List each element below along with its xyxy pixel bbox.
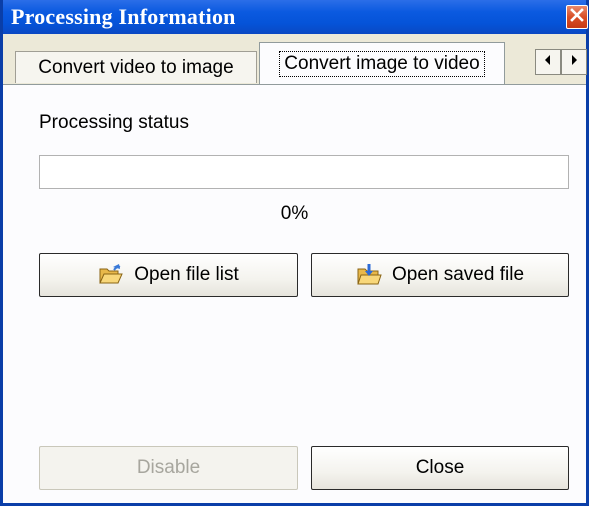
button-label: Open file list — [134, 264, 239, 285]
progress-percent-text: 0% — [280, 203, 309, 224]
button-label: Disable — [136, 457, 201, 478]
tab-label: Convert image to video — [279, 50, 485, 77]
processing-status-label: Processing status — [39, 112, 189, 133]
folder-open-icon — [98, 263, 124, 287]
tab-convert-image-to-video[interactable]: Convert image to video — [259, 42, 505, 84]
processing-information-dialog: Processing Information Convert video to … — [0, 0, 589, 506]
window-title: Processing Information — [11, 4, 236, 29]
tab-scroll-right-button[interactable] — [561, 49, 587, 75]
tab-scroll-left-button[interactable] — [535, 49, 561, 75]
title-bar[interactable]: Processing Information — [3, 0, 588, 34]
open-saved-file-button[interactable]: Open saved file — [311, 253, 569, 297]
folder-download-icon — [356, 263, 382, 287]
progress-bar — [39, 155, 569, 189]
close-icon — [570, 7, 584, 27]
arrow-right-icon — [569, 53, 579, 71]
tab-convert-video-to-image[interactable]: Convert video to image — [15, 51, 257, 83]
arrow-left-icon — [543, 53, 553, 71]
window-close-button[interactable] — [566, 5, 588, 29]
tab-strip: Convert video to image Convert image to … — [3, 34, 587, 86]
button-label: Close — [415, 457, 465, 478]
disable-button[interactable]: Disable — [39, 446, 298, 490]
tab-label: Convert video to image — [38, 56, 234, 78]
close-button[interactable]: Close — [311, 446, 569, 490]
button-label: Open saved file — [391, 264, 525, 285]
open-file-list-button[interactable]: Open file list — [39, 253, 298, 297]
tab-panel: Processing status 0% Open file list Open… — [3, 84, 586, 503]
